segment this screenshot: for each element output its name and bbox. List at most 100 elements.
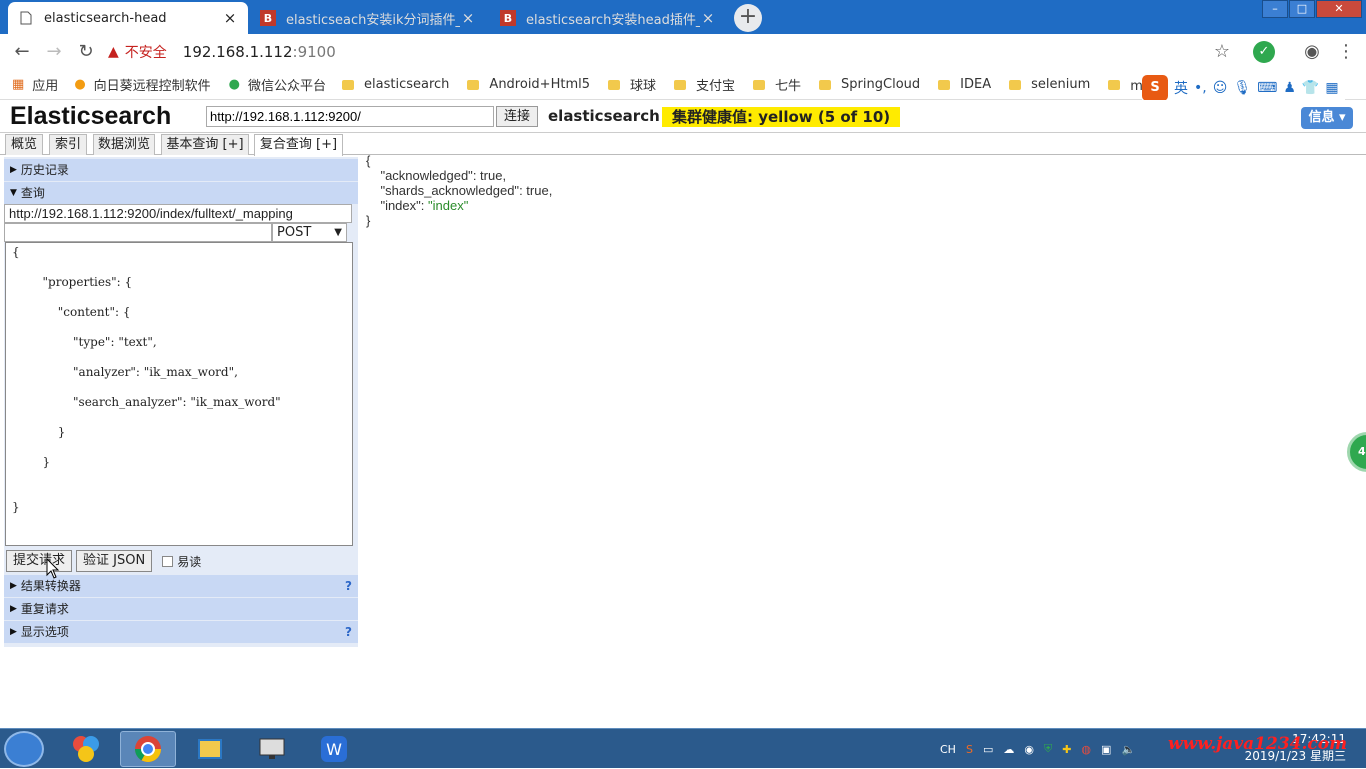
browser-tab-strip: elasticsearch-head × B elasticseach安装ik分… xyxy=(0,0,1366,34)
window-close-icon[interactable]: ✕ xyxy=(1316,0,1362,18)
new-tab-button[interactable]: + xyxy=(734,4,762,32)
bookmark-alipay[interactable]: 支付宝 xyxy=(674,75,735,94)
close-icon[interactable]: × xyxy=(222,9,238,27)
address-bar[interactable]: ▲ 不安全 192.168.1.112 :9100 xyxy=(108,38,1246,66)
taskbar: W CH S ▭ ☁ ◉ ⛨ ✚ ◍ ▣ 🔈 17:42:11 2019/1/2… xyxy=(0,728,1366,768)
shield-icon[interactable]: ⛨ xyxy=(1044,742,1052,756)
help-icon[interactable]: ? xyxy=(345,621,352,643)
easy-read-label: 易读 xyxy=(177,554,202,569)
extension-icon[interactable]: ✓ xyxy=(1253,41,1275,63)
submit-request-button[interactable]: 提交请求 xyxy=(6,550,73,572)
method-select[interactable]: POST ▼ xyxy=(272,223,347,242)
maximize-icon[interactable]: □ xyxy=(1289,0,1315,18)
query-url-input[interactable]: http://192.168.1.112:9200/index/fulltext… xyxy=(4,204,352,223)
validate-json-button[interactable]: 验证 JSON xyxy=(76,550,153,572)
bookmark-sunlogin[interactable]: ● 向日葵远程控制软件 xyxy=(74,75,210,94)
remote-desktop-icon[interactable] xyxy=(244,731,300,767)
tab-ik-plugin[interactable]: B elasticseach安装ik分词插件_Jav × xyxy=(250,2,486,34)
keyboard-icon[interactable]: ⌨ xyxy=(1257,80,1277,96)
emoji-icon[interactable]: ☺ xyxy=(1213,80,1228,96)
bookmark-qiuqiu[interactable]: 球球 xyxy=(608,75,656,94)
grid-icon[interactable]: ▦ xyxy=(1325,80,1338,96)
punct-icon[interactable]: •, xyxy=(1194,80,1207,96)
close-icon[interactable]: × xyxy=(460,9,476,27)
wps-app-icon[interactable]: W xyxy=(306,731,362,767)
bookmark-apps[interactable]: ▦ 应用 xyxy=(12,75,58,94)
bookmark-qiniu[interactable]: 七牛 xyxy=(753,75,801,94)
json-open-brace: { xyxy=(366,153,371,168)
sunflower-icon: ● xyxy=(74,77,86,92)
request-body-textarea[interactable]: { "properties": { "content": { "type": "… xyxy=(5,242,353,546)
bookmark-wechat[interactable]: ● 微信公众平台 xyxy=(229,75,326,94)
triangle-right-icon: ▶ xyxy=(10,627,17,637)
sogou-tray-icon[interactable]: S xyxy=(966,743,973,756)
sogou-icon[interactable]: S xyxy=(1142,75,1168,101)
plus-icon[interactable]: ✚ xyxy=(1062,743,1071,756)
tab-indices[interactable]: 索引 xyxy=(49,134,87,155)
tab-browser[interactable]: 数据浏览 xyxy=(93,134,155,155)
bookmark-elasticsearch[interactable]: elasticsearch xyxy=(342,77,449,92)
folder-icon xyxy=(819,79,832,90)
menu-icon[interactable]: ⋮ xyxy=(1334,40,1358,64)
account-icon[interactable]: ◉ xyxy=(1300,40,1324,64)
connect-url-input[interactable] xyxy=(206,106,494,127)
display-icon[interactable]: ▣ xyxy=(1101,743,1111,756)
warning-icon: ▲ xyxy=(108,44,119,60)
network-icon[interactable]: ◉ xyxy=(1024,743,1034,756)
reload-icon[interactable]: ↻ xyxy=(74,40,98,64)
json-value: true xyxy=(480,168,503,183)
volume-icon[interactable]: 🔈 xyxy=(1121,743,1135,756)
cloud-icon[interactable]: ☁ xyxy=(1003,743,1014,756)
security-icon[interactable]: ◍ xyxy=(1081,743,1091,756)
tab-overview[interactable]: 概览 xyxy=(5,134,43,155)
tab-structured-query[interactable]: 基本查询 [+] xyxy=(161,134,249,155)
triangle-right-icon: ▶ xyxy=(10,604,17,614)
display-options-section[interactable]: ▶ 显示选项 ? xyxy=(4,621,358,643)
tab-elasticsearch-head[interactable]: elasticsearch-head × xyxy=(8,2,248,34)
user-icon[interactable]: ♟ xyxy=(1283,80,1296,96)
close-icon[interactable]: × xyxy=(700,9,716,27)
shirt-icon[interactable]: 👕 xyxy=(1302,80,1319,96)
b-favicon-icon: B xyxy=(260,10,276,26)
bookmark-springcloud[interactable]: SpringCloud xyxy=(819,77,920,92)
system-tray: CH S ▭ ☁ ◉ ⛨ ✚ ◍ ▣ 🔈 xyxy=(940,729,1145,769)
mic-icon[interactable]: 🎙 xyxy=(1233,80,1251,96)
bookmark-android[interactable]: Android+Html5 xyxy=(467,77,590,92)
repeat-section[interactable]: ▶ 重复请求 xyxy=(4,598,358,620)
url-port: :9100 xyxy=(292,43,336,61)
monitor-icon[interactable]: ▭ xyxy=(983,743,993,756)
tab-head-plugin[interactable]: B elasticsearch安装head插件_Jav × xyxy=(490,2,726,34)
back-icon[interactable]: ← xyxy=(10,40,34,64)
insecure-label: 不安全 xyxy=(124,45,167,61)
history-section[interactable]: ▶ 历史记录 xyxy=(4,159,358,181)
svg-text:W: W xyxy=(326,740,342,759)
bookmark-idea[interactable]: IDEA xyxy=(938,77,991,92)
bookmark-selenium[interactable]: selenium xyxy=(1009,77,1090,92)
cluster-health-badge: 集群健康值: yellow (5 of 10) xyxy=(662,107,901,127)
triangle-down-icon: ▼ xyxy=(10,188,17,198)
query-path-input[interactable] xyxy=(4,223,272,242)
connect-button[interactable]: 连接 xyxy=(496,106,538,127)
query-section[interactable]: ▼ 查询 xyxy=(4,182,358,204)
json-key: "shards_acknowledged" xyxy=(380,183,520,198)
forward-icon[interactable]: → xyxy=(42,40,66,64)
ime-mode[interactable]: 英 xyxy=(1174,78,1188,98)
tab-any-request[interactable]: 复合查询 [+] xyxy=(254,134,343,156)
lang-indicator[interactable]: CH xyxy=(940,743,956,756)
easy-read-checkbox[interactable] xyxy=(162,555,174,567)
folder-icon xyxy=(608,79,620,90)
page-icon xyxy=(18,10,34,26)
folder-icon xyxy=(467,79,480,90)
chrome-app-icon[interactable] xyxy=(120,731,176,767)
photos-app-icon[interactable] xyxy=(58,731,114,767)
star-icon[interactable]: ☆ xyxy=(1210,40,1234,64)
info-button[interactable]: 信息 ▾ xyxy=(1301,107,1353,129)
floating-widget[interactable]: 45 xyxy=(1347,432,1366,472)
es-header: Elasticsearch 连接 elasticsearch 集群健康值: ye… xyxy=(0,100,1366,133)
minimize-icon[interactable]: – xyxy=(1262,0,1288,18)
wechat-icon: ● xyxy=(228,77,241,92)
files-app-icon[interactable] xyxy=(182,731,238,767)
start-button[interactable] xyxy=(4,731,44,767)
folder-icon xyxy=(1009,79,1022,90)
help-icon[interactable]: ? xyxy=(345,575,352,597)
